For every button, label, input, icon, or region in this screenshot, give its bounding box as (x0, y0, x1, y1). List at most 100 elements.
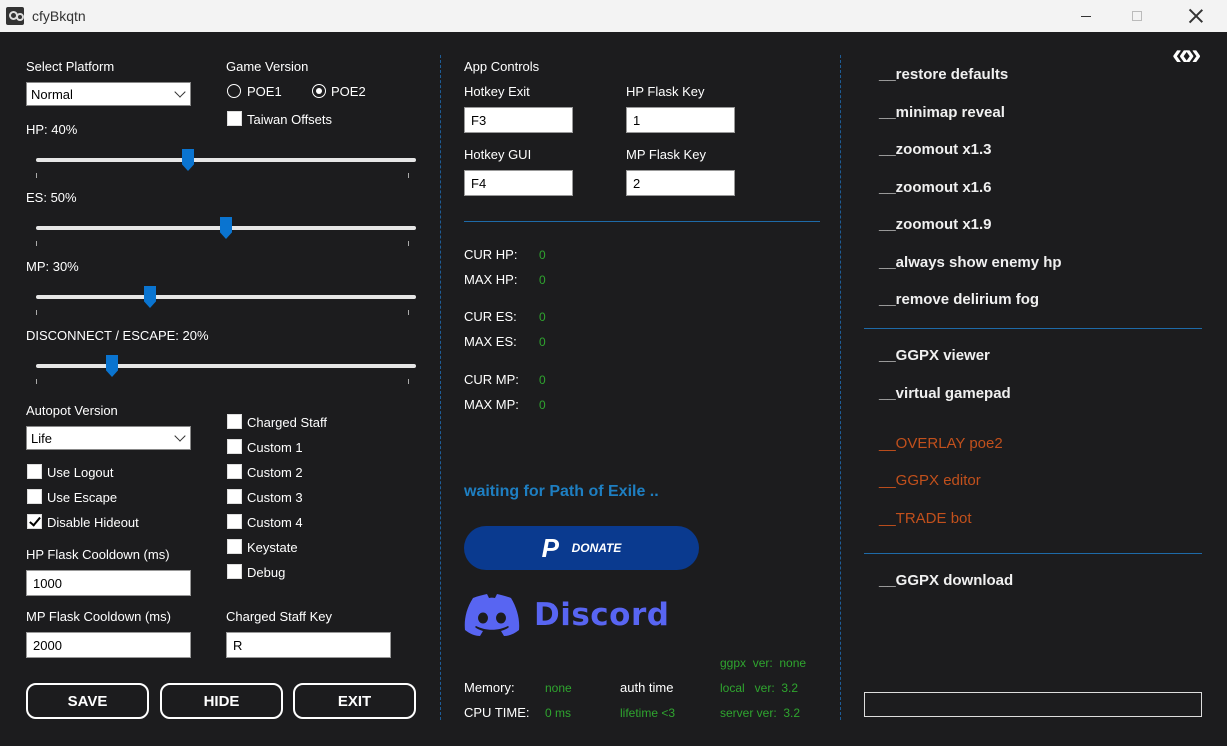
hp-slider[interactable] (36, 149, 416, 181)
menu-restore-defaults[interactable]: __restore defaults (879, 66, 1008, 83)
slider-thumb[interactable] (220, 217, 232, 239)
max-es-label: MAX ES: (464, 334, 517, 349)
close-button[interactable] (1173, 0, 1219, 32)
server-version: server ver: 3.2 (720, 706, 801, 720)
charged-staff-label: Charged Staff (247, 415, 327, 430)
debug-checkbox[interactable] (227, 564, 242, 579)
menu-zoomout-1-3[interactable]: __zoomout x1.3 (879, 141, 992, 158)
cur-hp-value: 0 (539, 248, 546, 262)
hotkey-exit-label: Hotkey Exit (464, 84, 530, 99)
es-slider[interactable] (36, 217, 416, 249)
hotkey-exit-input[interactable]: F3 (464, 107, 573, 133)
autopot-version-label: Autopot Version (26, 403, 118, 418)
discord-icon (464, 594, 520, 636)
slider-tick (36, 241, 37, 246)
slider-thumb[interactable] (106, 355, 118, 377)
taiwan-offsets-label: Taiwan Offsets (247, 112, 333, 127)
use-logout-checkbox[interactable] (27, 464, 42, 479)
maximize-icon (1132, 11, 1142, 21)
disable-hideout-checkbox[interactable] (27, 514, 42, 529)
menu-ggpx-download[interactable]: __GGPX download (879, 572, 1013, 589)
custom2-label: Custom 2 (247, 465, 303, 480)
max-hp-label: MAX HP: (464, 272, 518, 287)
hide-button[interactable]: HIDE (160, 683, 283, 719)
custom1-label: Custom 1 (247, 440, 303, 455)
menu-virtual-gamepad[interactable]: __virtual gamepad (879, 385, 1011, 402)
staff-key-label: Charged Staff Key (226, 609, 332, 624)
autopot-select-value: Life (31, 431, 52, 446)
mp-flask-key-label: MP Flask Key (626, 147, 706, 162)
es-slider-label: ES: 50% (26, 190, 77, 205)
menu-trade-bot[interactable]: __TRADE bot (879, 510, 972, 527)
keystate-checkbox[interactable] (227, 539, 242, 554)
poe1-radio[interactable] (227, 84, 241, 98)
custom2-checkbox[interactable] (227, 464, 242, 479)
cpu-time-value: 0 ms (545, 706, 572, 720)
hp-flask-key-input[interactable]: 1 (626, 107, 735, 133)
collapse-arrows-icon[interactable]: «» (1172, 38, 1201, 72)
use-escape-checkbox[interactable] (27, 489, 42, 504)
slider-tick (36, 173, 37, 178)
menu-zoomout-1-6[interactable]: __zoomout x1.6 (879, 179, 992, 196)
platform-select[interactable]: Normal (26, 82, 191, 106)
cur-hp-label: CUR HP: (464, 247, 518, 262)
custom4-checkbox[interactable] (227, 514, 242, 529)
hp-slider-label: HP: 40% (26, 122, 78, 137)
max-es-value: 0 (539, 335, 546, 349)
column-divider-right (840, 55, 841, 720)
staff-key-input[interactable]: R (226, 632, 391, 658)
poe1-label: POE1 (247, 84, 282, 99)
max-mp-value: 0 (539, 398, 546, 412)
discord-label: Discord (534, 597, 670, 633)
donate-button[interactable]: DONATE (464, 526, 699, 570)
poe2-label: POE2 (331, 84, 366, 99)
minimize-icon (1081, 15, 1091, 17)
paypal-icon (542, 533, 564, 564)
menu-always-show-enemy-hp[interactable]: __always show enemy hp (879, 254, 1062, 271)
hotkey-gui-input[interactable]: F4 (464, 170, 573, 196)
menu-ggpx-editor[interactable]: __GGPX editor (879, 472, 981, 489)
waiting-status: waiting for Path of Exile .. (464, 483, 659, 500)
disconnect-slider-label: DISCONNECT / ESCAPE: 20% (26, 328, 209, 343)
menu-overlay-poe2[interactable]: __OVERLAY poe2 (879, 435, 1003, 452)
taiwan-offsets-checkbox[interactable] (227, 111, 242, 126)
hp-cooldown-label: HP Flask Cooldown (ms) (26, 547, 170, 562)
slider-track[interactable] (36, 295, 416, 299)
menu-divider-2 (864, 553, 1202, 554)
slider-track[interactable] (36, 364, 416, 368)
slider-thumb[interactable] (182, 149, 194, 171)
slider-thumb[interactable] (144, 286, 156, 308)
save-button[interactable]: SAVE (26, 683, 149, 719)
custom1-checkbox[interactable] (227, 439, 242, 454)
memory-label: Memory: (464, 680, 515, 695)
slider-track[interactable] (36, 158, 416, 162)
mp-cooldown-input[interactable]: 2000 (26, 632, 191, 658)
menu-ggpx-viewer[interactable]: __GGPX viewer (879, 347, 990, 364)
autopot-select[interactable]: Life (26, 426, 191, 450)
mp-slider[interactable] (36, 286, 416, 318)
hp-cooldown-input[interactable]: 1000 (26, 570, 191, 596)
exit-button[interactable]: EXIT (293, 683, 416, 719)
output-field[interactable] (864, 692, 1202, 717)
maximize-button[interactable] (1114, 0, 1160, 32)
custom3-label: Custom 3 (247, 490, 303, 505)
slider-tick (408, 173, 409, 178)
menu-zoomout-1-9[interactable]: __zoomout x1.9 (879, 216, 992, 233)
menu-remove-delirium-fog[interactable]: __remove delirium fog (879, 291, 1039, 308)
cpu-time-label: CPU TIME: (464, 705, 530, 720)
discord-link[interactable]: Discord (464, 592, 669, 638)
memory-value: none (545, 681, 572, 695)
chevron-down-icon (174, 430, 186, 442)
cur-es-value: 0 (539, 310, 546, 324)
disconnect-slider[interactable] (36, 355, 416, 387)
custom3-checkbox[interactable] (227, 489, 242, 504)
charged-staff-checkbox[interactable] (227, 414, 242, 429)
minimize-button[interactable] (1063, 0, 1109, 32)
chevron-down-icon (174, 86, 186, 98)
mp-flask-key-input[interactable]: 2 (626, 170, 735, 196)
hotkey-gui-label: Hotkey GUI (464, 147, 532, 162)
menu-minimap-reveal[interactable]: __minimap reveal (879, 104, 1005, 121)
auth-time-label: auth time (620, 680, 674, 695)
cur-es-label: CUR ES: (464, 309, 517, 324)
poe2-radio[interactable] (312, 84, 326, 98)
